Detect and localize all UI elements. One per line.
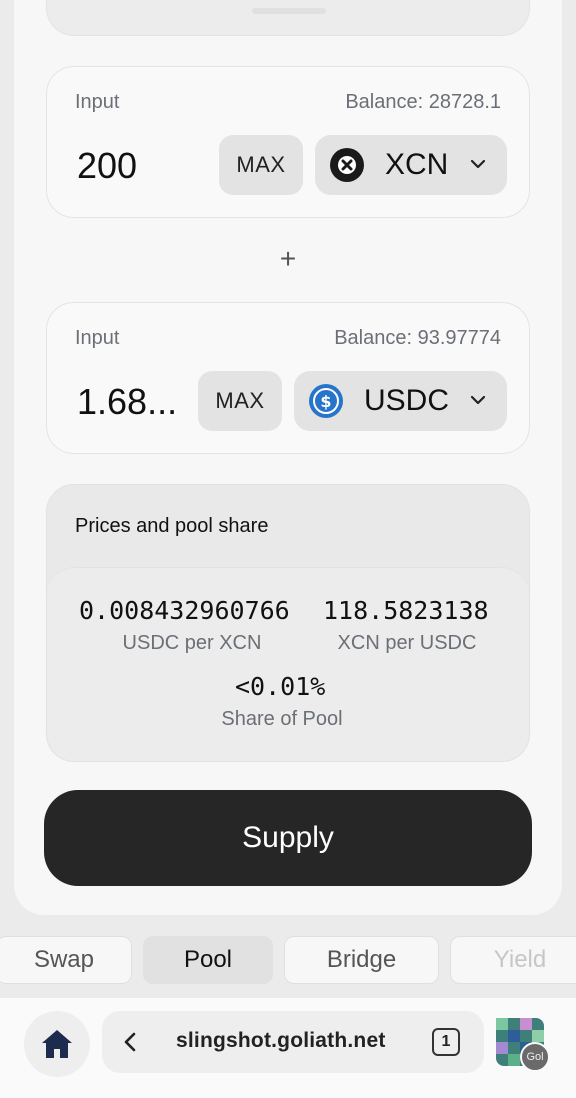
drag-handle[interactable] [252, 8, 326, 14]
max-button[interactable]: MAX [198, 371, 282, 431]
nav-tabs: Swap Pool Bridge Yield [0, 924, 576, 998]
svg-text:$: $ [320, 392, 331, 411]
tab-yield[interactable]: Yield [450, 936, 576, 984]
token-name: XCN [385, 148, 449, 181]
pool-share-label: Share of Pool [221, 708, 343, 730]
tab-pool[interactable]: Pool [143, 936, 273, 984]
supply-button[interactable]: Supply [44, 790, 532, 886]
token-name: USDC [364, 384, 450, 417]
usdc-token-icon: $ [309, 384, 343, 418]
url-text: slingshot.goliath.net [176, 1029, 386, 1052]
amount-input[interactable]: 1.68... [77, 381, 201, 423]
chevron-down-icon [470, 395, 486, 405]
rate-xcn-per-usdc-label: XCN per USDC [337, 632, 477, 654]
prices-title: Prices and pool share [75, 515, 269, 537]
prices-panel: Prices and pool share 0.008432960766 USD… [46, 484, 530, 762]
back-icon[interactable] [122, 1031, 138, 1053]
tab-count-icon[interactable]: 1 [432, 1028, 460, 1056]
page: Input Balance: 28728.1 200 MAX XCN + Inp… [0, 0, 576, 1098]
input-label: Input [75, 327, 120, 349]
extension-badge: Gol [520, 1042, 550, 1072]
token-select-usdc[interactable]: $ USDC [294, 371, 507, 431]
rate-xcn-per-usdc: 118.5823138 [323, 596, 489, 625]
tab-bridge[interactable]: Bridge [284, 936, 439, 984]
address-bar[interactable]: slingshot.goliath.net 1 [102, 1011, 484, 1073]
top-panel [46, 0, 530, 36]
amount-input[interactable]: 200 [77, 145, 217, 187]
browser-toolbar: slingshot.goliath.net 1 Gol [0, 998, 576, 1098]
plus-icon: + [279, 243, 297, 274]
chevron-down-icon [470, 159, 486, 169]
pool-share-value: <0.01% [235, 672, 326, 701]
token-select-xcn[interactable]: XCN [315, 135, 507, 195]
prices-inner: 0.008432960766 USDC per XCN 118.5823138 … [47, 567, 529, 761]
home-button[interactable] [24, 1011, 90, 1077]
input-usdc-box: Input Balance: 93.97774 1.68... MAX $ US… [46, 302, 530, 454]
input-xcn-box: Input Balance: 28728.1 200 MAX XCN [46, 66, 530, 218]
rate-usdc-per-xcn: 0.008432960766 [79, 596, 290, 625]
rate-usdc-per-xcn-label: USDC per XCN [122, 632, 262, 654]
balance-text: Balance: 28728.1 [345, 91, 501, 113]
max-button[interactable]: MAX [219, 135, 303, 195]
tab-swap[interactable]: Swap [0, 936, 132, 984]
balance-text: Balance: 93.97774 [334, 327, 501, 349]
input-label: Input [75, 91, 120, 113]
xcn-token-icon [330, 148, 364, 182]
home-icon [42, 1030, 72, 1058]
